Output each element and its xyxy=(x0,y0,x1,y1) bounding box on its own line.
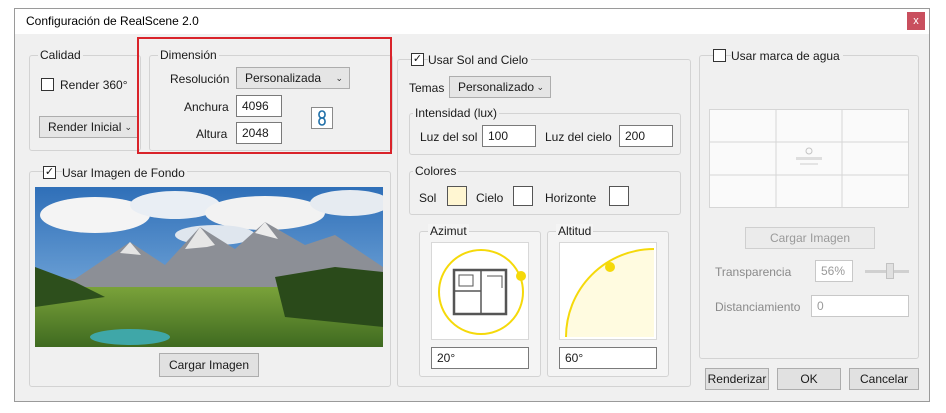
sol-cielo-label: Usar Sol and Cielo xyxy=(428,53,532,67)
marca-agua-label: Usar marca de agua xyxy=(731,49,843,63)
sol-color-label: Sol xyxy=(419,191,437,205)
sol-color-swatch[interactable] xyxy=(447,186,467,206)
cielo-color-label: Cielo xyxy=(476,191,504,205)
fondo-label: Usar Imagen de Fondo xyxy=(62,166,187,180)
distanciamiento-field[interactable]: 0 xyxy=(811,295,909,317)
luz-sol-field[interactable]: 100 xyxy=(482,125,536,147)
altitud-dial[interactable] xyxy=(559,242,657,340)
altitud-legend: Altitud xyxy=(556,224,594,238)
render360-checkbox[interactable] xyxy=(41,78,54,91)
watermark-position-grid[interactable] xyxy=(709,109,909,208)
chevron-down-icon: ⌄ xyxy=(124,122,132,132)
marca-agua-load-image-button[interactable]: Cargar Imagen xyxy=(745,227,875,249)
slider-thumb[interactable] xyxy=(886,263,894,279)
luz-cielo-label: Luz del cielo xyxy=(545,130,612,144)
render360-label: Render 360° xyxy=(60,78,128,92)
sol-cielo-checkbox[interactable]: ✓ xyxy=(411,53,424,66)
background-image-preview xyxy=(35,187,383,347)
azimut-legend: Azimut xyxy=(428,224,469,238)
render-mode-select[interactable]: Render Inicial ⌄ xyxy=(39,116,139,138)
render-mode-value: Render Inicial xyxy=(48,120,122,134)
title-bar: Configuración de RealScene 2.0 x xyxy=(15,9,929,34)
temas-value: Personalizado xyxy=(458,80,535,94)
distanciamiento-label: Distanciamiento xyxy=(715,300,801,314)
fondo-load-image-button[interactable]: Cargar Imagen xyxy=(159,353,259,377)
horizonte-color-label: Horizonte xyxy=(545,191,597,205)
marca-agua-checkbox[interactable] xyxy=(713,49,726,62)
fondo-checkbox[interactable]: ✓ xyxy=(43,166,56,179)
cielo-color-swatch[interactable] xyxy=(513,186,533,206)
temas-label: Temas xyxy=(409,81,445,95)
cancelar-button[interactable]: Cancelar xyxy=(849,368,919,390)
transparencia-slider[interactable] xyxy=(865,262,909,280)
calidad-legend: Calidad xyxy=(38,48,83,62)
temas-select[interactable]: Personalizado ⌄ xyxy=(449,76,551,98)
window-title: Configuración de RealScene 2.0 xyxy=(26,14,199,28)
realscene-config-dialog: Configuración de RealScene 2.0 x Calidad… xyxy=(14,8,930,402)
transparencia-label: Transparencia xyxy=(715,265,792,279)
azimut-compass[interactable] xyxy=(431,242,529,340)
dimension-highlight-box xyxy=(137,37,392,154)
luz-cielo-field[interactable]: 200 xyxy=(619,125,673,147)
ok-button[interactable]: OK xyxy=(777,368,841,390)
altitud-field[interactable]: 60° xyxy=(559,347,657,369)
transparencia-field[interactable]: 56% xyxy=(815,260,853,282)
close-button[interactable]: x xyxy=(907,12,925,30)
azimut-field[interactable]: 20° xyxy=(431,347,529,369)
luz-sol-label: Luz del sol xyxy=(420,130,478,144)
horizonte-color-swatch[interactable] xyxy=(609,186,629,206)
chevron-down-icon: ⌄ xyxy=(536,82,544,92)
intensidad-legend: Intensidad (lux) xyxy=(413,106,500,120)
colores-legend: Colores xyxy=(413,164,459,178)
renderizar-button[interactable]: Renderizar xyxy=(705,368,769,390)
